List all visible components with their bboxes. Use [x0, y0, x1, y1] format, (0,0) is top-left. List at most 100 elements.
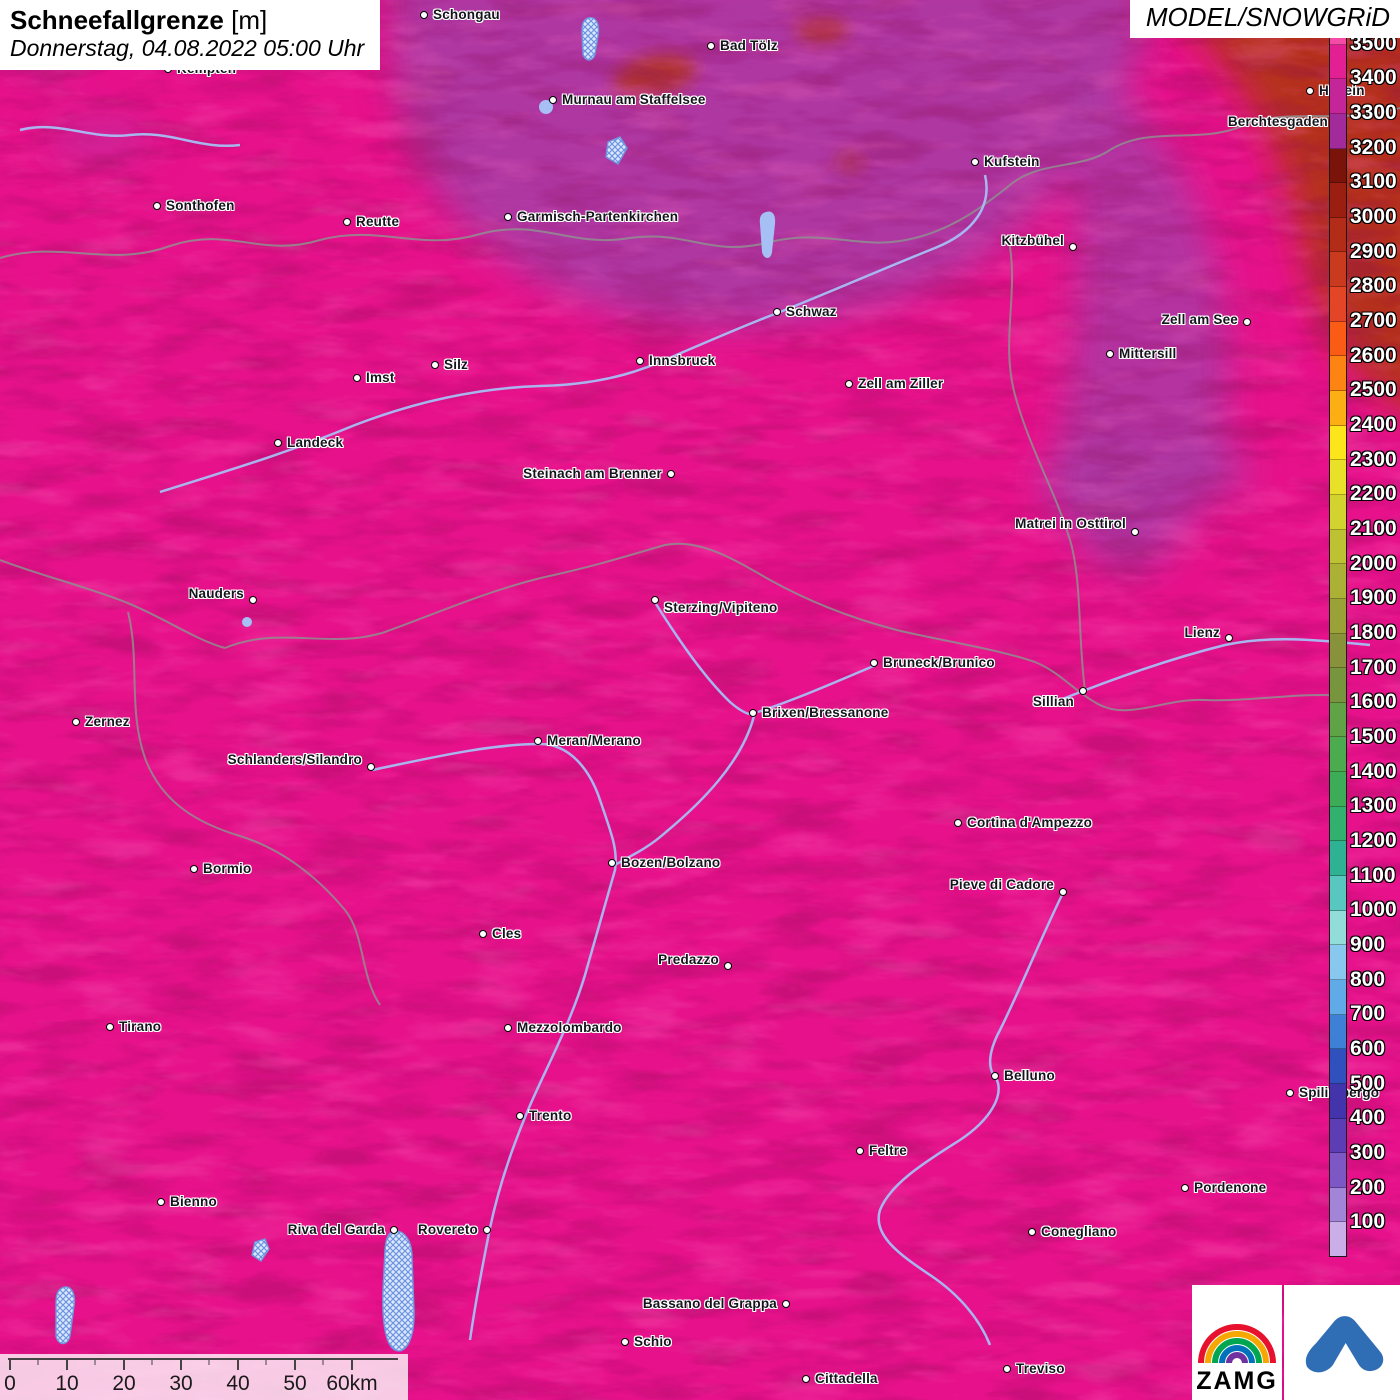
city-dot [549, 96, 557, 104]
legend-value: 2800 [1350, 274, 1397, 298]
city-dot [1243, 318, 1251, 326]
legend-value: 1500 [1350, 725, 1397, 748]
legend-color-segment [1330, 287, 1346, 322]
legend-color-segment [1330, 217, 1346, 253]
city-dot [343, 218, 351, 226]
legend-value: 400 [1350, 1106, 1386, 1130]
scalebar-label: 60km [326, 1372, 378, 1395]
city-label: Cles [492, 926, 522, 941]
legend-color-segment [1330, 113, 1346, 149]
city-dot [636, 357, 644, 365]
city-dot [856, 1147, 864, 1155]
city-dot [782, 1300, 790, 1308]
city-label: Silz [444, 357, 469, 372]
legend-value: 600 [1350, 1037, 1386, 1060]
legend-color-segment [1330, 529, 1346, 565]
city-label: Mezzolombardo [517, 1020, 622, 1035]
city-label: Rovereto [417, 1222, 478, 1237]
city-label: Zell am See [1161, 312, 1238, 327]
zamg-logo: ZAMG [1192, 1285, 1282, 1400]
legend-color-segment [1330, 772, 1346, 807]
legend-value: 1600 [1350, 690, 1397, 714]
city-dot [724, 962, 732, 970]
city-dot [667, 470, 675, 478]
city-label: Riva del Garda [287, 1222, 385, 1237]
city-dot [483, 1226, 491, 1234]
title-unit: [m] [231, 5, 268, 35]
scale-bar: 0 10 20 30 40 50 60km [0, 1354, 408, 1400]
city-dot [845, 380, 853, 388]
legend-color-segment [1330, 737, 1346, 773]
city-dot [504, 1024, 512, 1032]
city-label: Murnau am Staffelsee [562, 92, 706, 107]
legend-color-segment [1330, 668, 1346, 703]
map-canvas: SchongauBad TölzKemptenMurnau am Staffel… [0, 0, 1400, 1400]
legend-value: 1300 [1350, 794, 1397, 818]
city-dot [651, 596, 659, 604]
city-dot [1286, 1089, 1294, 1097]
city-label: Belluno [1004, 1068, 1055, 1083]
scalebar-label: 30 [169, 1372, 193, 1395]
city-label: Nauders [188, 586, 244, 601]
legend-value: 2000 [1350, 551, 1397, 575]
city-dot [72, 718, 80, 726]
legend-value: 2400 [1350, 413, 1397, 436]
city-dot [870, 659, 878, 667]
legend-value: 1000 [1350, 898, 1397, 922]
scalebar-label: 20 [112, 1372, 136, 1395]
legend-value: 3300 [1350, 101, 1397, 124]
city-dot [504, 213, 512, 221]
legend-color-segment [1330, 356, 1346, 392]
city-dot [1079, 687, 1087, 695]
city-label: Predazzo [658, 952, 719, 967]
legend-labels: 3500 3400 3300 3200 3100 3000 2900 2800 2700 2600… [1350, 9, 1400, 1257]
city-dot [390, 1226, 398, 1234]
city-dot [479, 930, 487, 938]
legend-color-segment [1330, 1083, 1346, 1119]
scalebar-label: 10 [55, 1372, 79, 1395]
lake-reschensee [242, 617, 252, 627]
city-label: Steinach am Brenner [523, 466, 662, 481]
legend-color-segment [1330, 1014, 1346, 1050]
city-dot [991, 1072, 999, 1080]
mountain-logo-icon [1305, 1315, 1384, 1372]
city-label: Bormio [203, 861, 252, 876]
city-dot [190, 865, 198, 873]
legend-value: 3400 [1350, 66, 1397, 90]
city-dot [1306, 87, 1314, 95]
legend-value: 2200 [1350, 482, 1397, 506]
title-line: Schneefallgrenze [m] [10, 5, 364, 35]
city-label: Sillian [1032, 694, 1074, 709]
city-dot [157, 1198, 165, 1206]
legend-value: 1900 [1350, 586, 1397, 610]
city-label: Schio [634, 1334, 672, 1349]
city-label: Landeck [287, 435, 344, 450]
city-dot [367, 763, 375, 771]
city-label: Zell am Ziller [858, 376, 944, 391]
legend-value: 200 [1350, 1175, 1386, 1199]
city-dot [106, 1023, 114, 1031]
legend-value: 3200 [1350, 135, 1397, 159]
legend-color-segment [1330, 876, 1346, 911]
model-label-box: MODEL/SNOWGRiD [1129, 0, 1400, 38]
city-label: Reutte [356, 214, 400, 229]
city-dot [802, 1375, 810, 1383]
legend-color-segment [1330, 1153, 1346, 1188]
city-label: Berchtesgaden [1227, 114, 1328, 129]
weather-map-page: SchongauBad TölzKemptenMurnau am Staffel… [0, 0, 1400, 1400]
city-label: Bad Tölz [720, 38, 778, 53]
city-dot [353, 374, 361, 382]
legend-color-segment [1330, 79, 1346, 114]
city-dot [749, 709, 757, 717]
city-label: Matrei in Osttirol [1015, 516, 1126, 531]
city-dot [431, 361, 439, 369]
zamg-logo-text: ZAMG [1196, 1367, 1278, 1395]
city-dot [621, 1338, 629, 1346]
city-label: Imst [366, 370, 395, 385]
city-dot [773, 308, 781, 316]
legend-color-segment [1330, 979, 1346, 1015]
city-label: Lienz [1184, 625, 1220, 640]
city-label: Conegliano [1041, 1224, 1117, 1239]
legend-color-segment [1330, 1187, 1346, 1223]
city-dot [1028, 1228, 1036, 1236]
